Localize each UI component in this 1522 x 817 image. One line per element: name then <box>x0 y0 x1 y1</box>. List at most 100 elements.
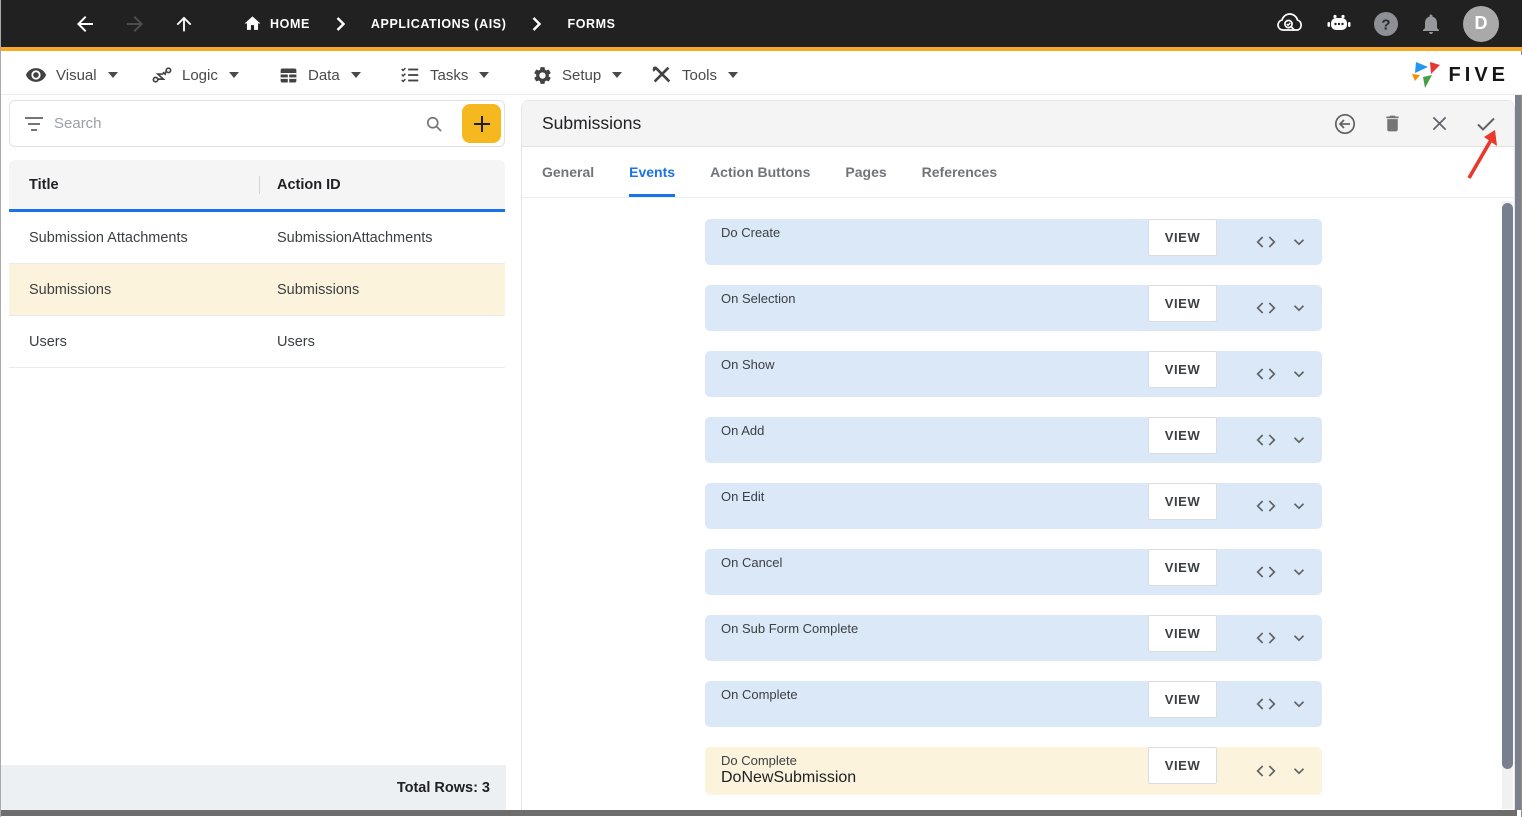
chatbot-icon[interactable] <box>1325 12 1353 36</box>
event-field-label: On Show <box>721 357 775 372</box>
event-field-label: On Complete <box>721 687 798 702</box>
hamburger-menu-icon[interactable] <box>23 14 49 34</box>
event-field[interactable]: Do Complete DoNewSubmission <box>705 747 1322 795</box>
forms-list-panel: Title Action ID Submission Attachments S… <box>1 100 506 810</box>
tasks-checklist-icon <box>399 64 421 86</box>
menu-logic[interactable]: Logic <box>151 55 239 95</box>
notifications-icon[interactable] <box>1419 11 1443 37</box>
code-icon[interactable] <box>1256 762 1276 780</box>
table-row[interactable]: Users Users <box>9 316 505 368</box>
chevron-right-icon <box>336 16 345 31</box>
close-icon[interactable] <box>1427 112 1451 136</box>
table-row[interactable]: Submissions Submissions <box>9 264 505 316</box>
event-field-label: Do Complete <box>721 753 797 768</box>
code-icon[interactable] <box>1256 233 1276 251</box>
breadcrumb-forms[interactable]: FORMS <box>567 17 615 31</box>
code-icon[interactable] <box>1256 695 1276 713</box>
search-input[interactable] <box>54 115 424 132</box>
menu-data[interactable]: Data <box>278 55 361 95</box>
menu-tasks[interactable]: Tasks <box>399 55 490 95</box>
scrollbar-thumb[interactable] <box>1502 203 1513 769</box>
chevron-down-icon[interactable] <box>1290 563 1308 581</box>
code-icon[interactable] <box>1256 365 1276 383</box>
vertical-scrollbar[interactable] <box>1502 201 1513 809</box>
chevron-down-icon[interactable] <box>1290 497 1308 515</box>
tools-icon <box>651 64 673 86</box>
breadcrumb-home[interactable]: HOME <box>270 17 310 31</box>
event-field[interactable]: On Add <box>705 417 1322 463</box>
tab[interactable]: References <box>922 147 998 197</box>
event-field-row: On Add VIEW <box>522 417 1501 463</box>
event-field[interactable]: On Complete <box>705 681 1322 727</box>
event-field[interactable]: On Cancel <box>705 549 1322 595</box>
column-header-action-id[interactable]: Action ID <box>257 177 341 193</box>
column-divider <box>259 176 260 194</box>
view-button[interactable]: VIEW <box>1148 747 1217 784</box>
event-field-row: On Cancel VIEW <box>522 549 1501 595</box>
avatar[interactable]: D <box>1463 5 1499 42</box>
filter-icon[interactable] <box>24 116 44 132</box>
menu-visual[interactable]: Visual <box>25 55 118 95</box>
event-field-label: On Selection <box>721 291 796 306</box>
cloud-search-icon[interactable] <box>1275 11 1305 37</box>
chevron-down-icon[interactable] <box>1290 695 1308 713</box>
up-icon[interactable] <box>173 13 195 35</box>
menu-tools[interactable]: Tools <box>651 55 739 95</box>
table-row[interactable]: Submission Attachments SubmissionAttachm… <box>9 212 505 264</box>
window-edge-scrollbar[interactable] <box>1515 95 1521 810</box>
chevron-down-icon[interactable] <box>1290 431 1308 449</box>
tab[interactable]: General <box>542 147 594 197</box>
chevron-down-icon[interactable] <box>1290 233 1308 251</box>
tab[interactable]: Pages <box>845 147 886 197</box>
plus-icon <box>473 115 490 132</box>
event-field[interactable]: Do Create <box>705 219 1322 265</box>
view-button[interactable]: VIEW <box>1148 681 1217 718</box>
column-header-title[interactable]: Title <box>9 177 257 193</box>
cell-title: Users <box>29 333 67 350</box>
view-button[interactable]: VIEW <box>1148 483 1217 520</box>
view-button[interactable]: VIEW <box>1148 417 1217 454</box>
revert-icon[interactable] <box>1333 112 1357 136</box>
chevron-down-icon[interactable] <box>1290 762 1308 780</box>
event-field[interactable]: On Show <box>705 351 1322 397</box>
code-icon[interactable] <box>1256 497 1276 515</box>
tab-bar: General Events Action Buttons Pages Refe… <box>522 147 1514 198</box>
view-button[interactable]: VIEW <box>1148 351 1217 388</box>
caret-down-icon <box>107 72 118 78</box>
chevron-down-icon[interactable] <box>1290 365 1308 383</box>
back-icon[interactable] <box>73 12 97 36</box>
event-field[interactable]: On Edit <box>705 483 1322 529</box>
event-field-label: On Cancel <box>721 555 783 570</box>
tab[interactable]: Action Buttons <box>710 147 810 197</box>
event-field[interactable]: On Selection <box>705 285 1322 331</box>
search-icon[interactable] <box>424 114 444 134</box>
save-icon[interactable] <box>1474 112 1498 136</box>
view-button[interactable]: VIEW <box>1148 549 1217 586</box>
event-field[interactable]: On Sub Form Complete <box>705 615 1322 661</box>
tab[interactable]: Events <box>629 147 676 197</box>
view-button[interactable]: VIEW <box>1148 219 1217 256</box>
view-button[interactable]: VIEW <box>1148 615 1217 652</box>
code-icon[interactable] <box>1256 431 1276 449</box>
view-button[interactable]: VIEW <box>1148 285 1217 322</box>
delete-icon[interactable] <box>1380 112 1404 136</box>
event-field-label: On Sub Form Complete <box>721 621 859 636</box>
forward-icon[interactable] <box>123 12 147 36</box>
menu-setup[interactable]: Setup <box>532 55 623 95</box>
chevron-down-icon[interactable] <box>1290 629 1308 647</box>
horizontal-scrollbar[interactable] <box>1 810 1517 816</box>
home-icon[interactable] <box>243 14 262 33</box>
cell-action-id: Users <box>277 333 315 350</box>
caret-down-icon <box>728 72 739 78</box>
code-icon[interactable] <box>1256 563 1276 581</box>
gear-icon <box>532 65 553 86</box>
code-icon[interactable] <box>1256 299 1276 317</box>
code-icon[interactable] <box>1256 629 1276 647</box>
chevron-down-icon[interactable] <box>1290 299 1308 317</box>
add-record-button[interactable] <box>462 104 501 143</box>
table-footer: Total Rows: 3 <box>1 765 506 810</box>
event-field-label: Do Create <box>721 225 781 240</box>
cell-action-id: Submissions <box>277 281 360 298</box>
help-icon[interactable]: ? <box>1373 11 1399 37</box>
breadcrumb-applications[interactable]: APPLICATIONS (AIS) <box>371 17 507 31</box>
